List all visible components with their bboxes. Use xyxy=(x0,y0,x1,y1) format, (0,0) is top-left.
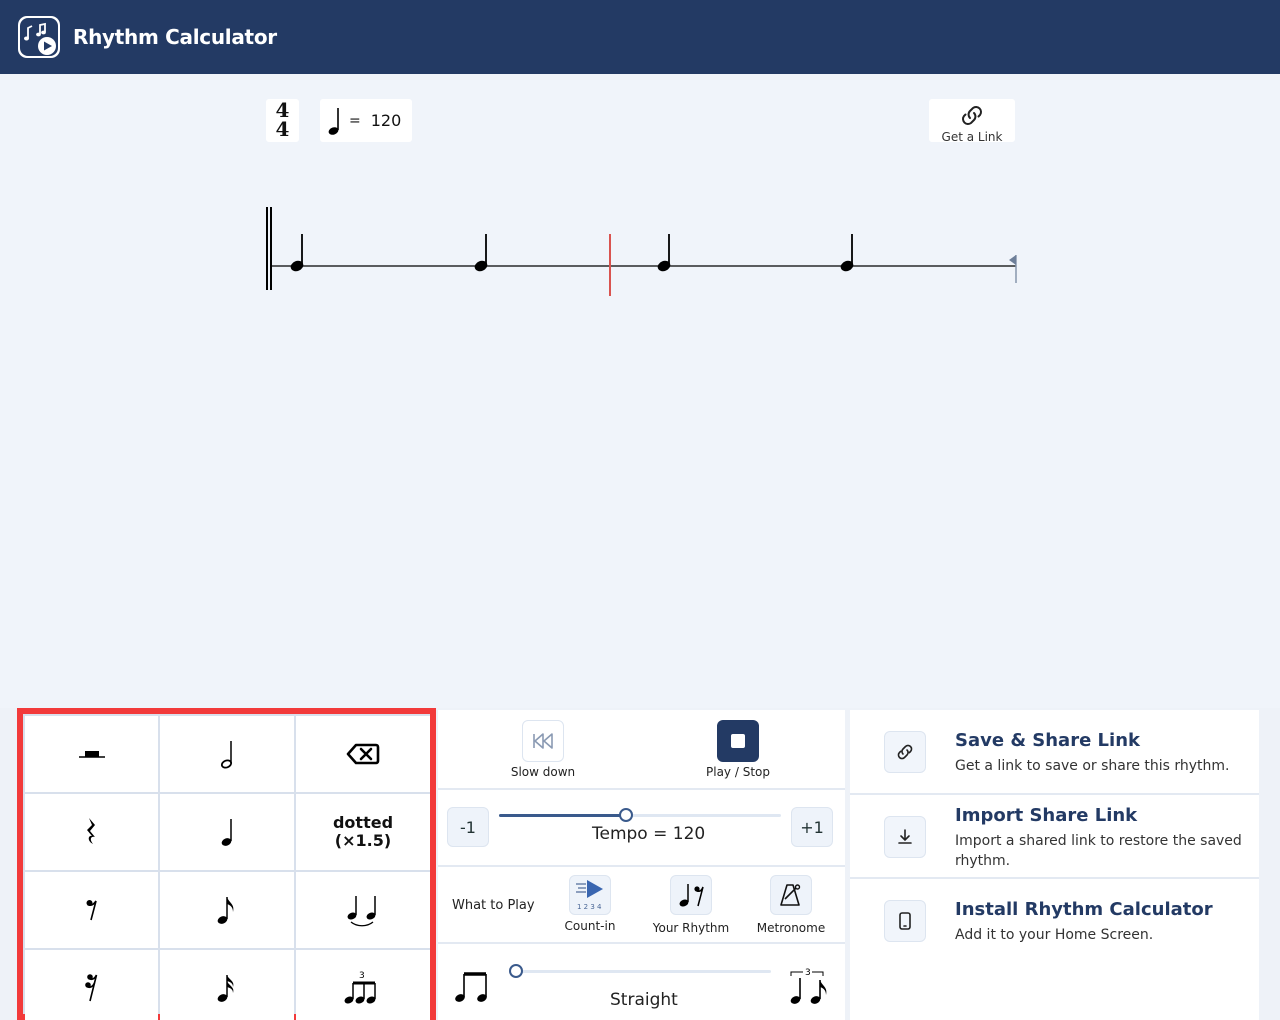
your-rhythm-label: Your Rhythm xyxy=(652,921,730,935)
sixteenth-note-key[interactable] xyxy=(160,950,294,1020)
slow-down-label: Slow down xyxy=(510,765,576,779)
stop-icon xyxy=(731,734,745,748)
note-quarter-2[interactable] xyxy=(473,234,489,273)
your-rhythm-toggle[interactable] xyxy=(670,875,712,915)
transport-row: Slow down Play / Stop xyxy=(438,710,845,790)
tempo-plus-button[interactable]: +1 xyxy=(791,807,833,847)
install-desc: Add it to your Home Screen. xyxy=(955,927,1154,943)
save-share-title: Save & Share Link xyxy=(955,730,1140,751)
quarter-note-key[interactable] xyxy=(160,794,294,870)
metronome-icon xyxy=(780,884,801,906)
quarter-note-icon xyxy=(221,819,232,846)
tempo-slider-fill xyxy=(499,814,626,817)
phone-icon xyxy=(884,900,926,942)
backspace-key[interactable] xyxy=(296,716,430,792)
tempo-caption: Tempo = 120 xyxy=(592,824,706,844)
sixteenth-rest-key[interactable] xyxy=(25,950,158,1020)
backspace-icon xyxy=(346,743,380,765)
actions-panel: Save & Share Link Get a link to save or … xyxy=(850,710,1259,1020)
eighth-note-key[interactable] xyxy=(160,872,294,948)
count-in-label: Count-in xyxy=(564,919,616,933)
whole-rest-icon xyxy=(78,751,105,758)
eighth-rest-icon xyxy=(86,900,97,921)
rhythm-staff[interactable] xyxy=(0,0,1280,330)
swing-triplet-icon: 3 xyxy=(790,968,827,1004)
tempo-slider-knob[interactable] xyxy=(618,808,633,822)
count-in-toggle[interactable]: 1 2 3 4 xyxy=(569,875,611,915)
swing-row: Straight 3 xyxy=(438,944,845,1020)
install-title: Install Rhythm Calculator xyxy=(955,899,1213,920)
quarter-rest-key[interactable] xyxy=(25,794,158,870)
play-stop-label: Play / Stop xyxy=(706,765,770,779)
eighth-rest-key[interactable] xyxy=(25,872,158,948)
tempo-slider-track[interactable] xyxy=(499,814,781,817)
rewind-icon xyxy=(533,733,553,749)
count-in-digits: 1 2 3 4 xyxy=(577,903,602,911)
import-share-desc: Import a shared link to restore the save… xyxy=(955,833,1242,869)
end-marker-icon xyxy=(1009,255,1017,283)
link-icon xyxy=(884,731,926,773)
swing-slider-track[interactable] xyxy=(516,970,771,973)
triplet-key[interactable]: 3 xyxy=(296,950,430,1020)
import-share-link-item[interactable]: Import Share Link Import a shared link t… xyxy=(850,795,1259,879)
note-quarter-4[interactable] xyxy=(839,234,855,273)
metronome-label: Metronome xyxy=(756,921,826,935)
quarter-rest-icon xyxy=(86,818,95,844)
straight-eighths-icon xyxy=(455,972,487,1002)
metronome-toggle[interactable] xyxy=(770,875,812,915)
half-note-icon xyxy=(220,741,233,769)
what-to-play-label: What to Play xyxy=(452,898,535,913)
sixteenth-note-icon xyxy=(217,975,234,1002)
save-share-link-item[interactable]: Save & Share Link Get a link to save or … xyxy=(850,710,1259,795)
tie-key[interactable] xyxy=(296,872,430,948)
save-share-desc: Get a link to save or share this rhythm. xyxy=(955,758,1230,774)
note-quarter-1[interactable] xyxy=(289,234,305,273)
playback-controls: Slow down Play / Stop -1 Tempo = 120 +1 … xyxy=(438,710,845,1020)
slow-down-button[interactable] xyxy=(522,720,564,762)
note-keypad: dotted (×1.5) 3 xyxy=(17,708,436,1020)
whole-rest-key[interactable] xyxy=(25,716,158,792)
download-icon xyxy=(884,816,926,858)
triplet-mark: 3 xyxy=(359,971,365,981)
swing-caption: Straight xyxy=(610,990,678,1010)
eighth-note-icon xyxy=(217,897,234,924)
play-stop-button[interactable] xyxy=(717,720,759,762)
tempo-row: -1 Tempo = 120 +1 xyxy=(438,790,845,867)
sixteenth-rest-icon xyxy=(84,974,97,1002)
import-share-title: Import Share Link xyxy=(955,805,1138,826)
tied-notes-icon xyxy=(347,896,376,927)
install-app-item[interactable]: Install Rhythm Calculator Add it to your… xyxy=(850,879,1259,969)
note-quarter-3[interactable] xyxy=(656,234,672,273)
rhythm-notes-icon xyxy=(679,884,704,907)
what-to-play-row: What to Play 1 2 3 4 Count-in Your Rhyth… xyxy=(438,867,845,944)
dotted-multiplier: (×1.5) xyxy=(334,831,392,850)
half-note-key[interactable] xyxy=(160,716,294,792)
swing-slider-knob[interactable] xyxy=(509,964,523,978)
swing-triplet-mark: 3 xyxy=(805,968,811,978)
dotted-label: dotted xyxy=(332,813,394,832)
tempo-minus-button[interactable]: -1 xyxy=(447,807,489,847)
count-in-icon: 1 2 3 4 xyxy=(576,880,603,911)
triplet-icon: 3 xyxy=(344,971,376,1004)
dotted-key[interactable]: dotted (×1.5) xyxy=(296,794,430,870)
